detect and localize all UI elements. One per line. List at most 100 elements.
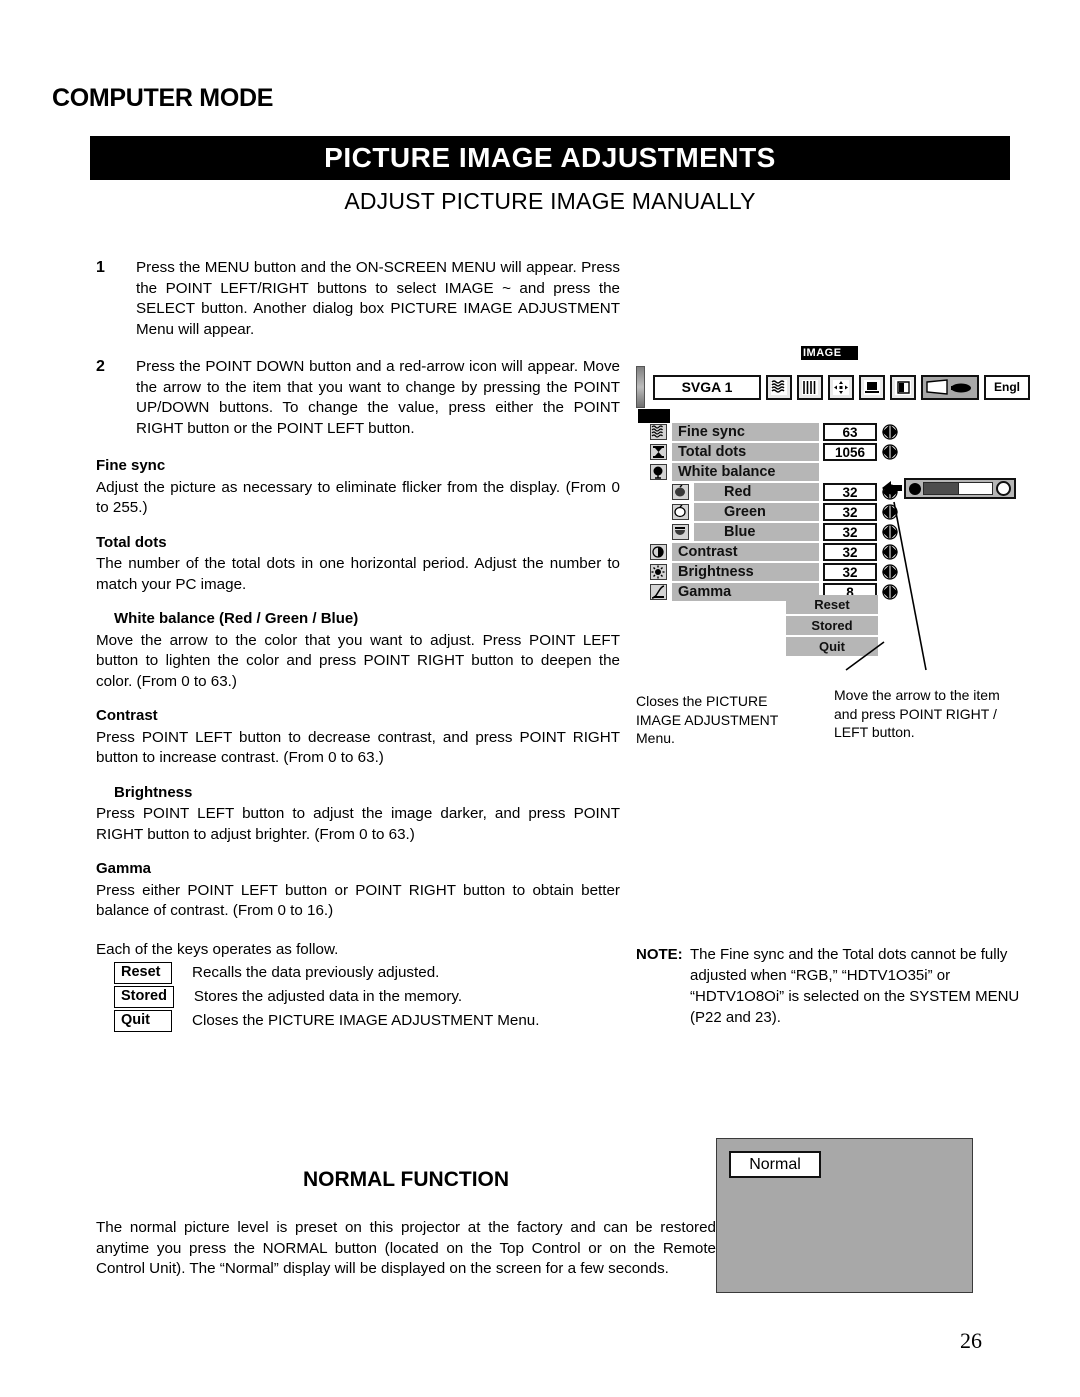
section-heading: Brightness — [114, 783, 193, 801]
osd-row-label: White balance — [672, 462, 819, 481]
osd-row-label: Fine sync — [672, 422, 819, 441]
section-heading: Fine sync — [96, 457, 166, 474]
section-body: Press POINT LEFT button to decrease cont… — [96, 728, 620, 767]
screen-icon[interactable] — [859, 374, 885, 400]
osd-toolbar: SVGA 1 Engl — [636, 366, 1030, 408]
osd-row-brightness[interactable]: Brightness 32 — [650, 562, 900, 582]
key-description: Recalls the data previously adjusted. — [192, 963, 440, 981]
section-body: Press POINT LEFT button to adjust the im… — [96, 805, 620, 843]
osd-row-value[interactable]: 32 — [823, 482, 877, 501]
section-heading: Total dots — [96, 533, 167, 551]
step-text: Press the POINT DOWN button and a red-ar… — [136, 358, 620, 437]
left-content-column: 1 Press the MENU button and the ON-SCREE… — [96, 258, 620, 1034]
total-dots-icon — [650, 443, 667, 460]
slider-track[interactable] — [959, 482, 993, 495]
left-right-arrows-icon[interactable] — [880, 584, 900, 600]
step-number: 1 — [96, 259, 105, 276]
osd-stored-button[interactable]: Stored — [786, 616, 878, 635]
slider-left-dot-icon — [909, 482, 921, 495]
key-description: Stores the adjusted data in the memory. — [193, 987, 463, 1005]
keys-intro-text: Each of the keys operates as follow. — [96, 940, 339, 958]
white-balance-icon — [650, 463, 667, 480]
osd-row-white-balance[interactable]: White balance — [650, 462, 900, 482]
left-right-arrows-icon[interactable] — [880, 424, 900, 440]
contrast-icon — [650, 543, 667, 560]
section-heading: Contrast — [96, 707, 158, 724]
key-row: Quit Closes the PICTURE IMAGE ADJUSTMENT… — [96, 1010, 620, 1032]
left-right-arrows-icon[interactable] — [880, 564, 900, 580]
osd-row-value[interactable]: 32 — [823, 542, 877, 561]
left-right-arrows-icon[interactable] — [880, 544, 900, 560]
image-icon[interactable] — [921, 374, 979, 400]
normal-display-figure: Normal — [716, 1138, 973, 1293]
slider-fill — [923, 482, 959, 495]
section-body: Move the arrow to the color that you wan… — [96, 631, 620, 690]
osd-row-contrast[interactable]: Contrast 32 — [650, 542, 900, 562]
callout-quit-description: Closes the PICTURE IMAGE ADJUSTMENT Menu… — [636, 693, 779, 746]
fine-sync-icon — [650, 423, 667, 440]
gamma-icon — [650, 583, 667, 600]
osd-row-value[interactable]: 32 — [823, 522, 877, 541]
section-heading: White balance (Red / Green / Blue) — [114, 610, 359, 627]
page-number: 26 — [960, 1328, 982, 1353]
language-icon[interactable]: Engl — [984, 374, 1030, 400]
osd-row-value[interactable]: 32 — [823, 562, 877, 581]
note-body: The Fine sync and the Total dots cannot … — [690, 946, 1020, 1026]
red-icon — [672, 483, 689, 500]
step-text: Press the MENU button and the ON-SCREEN … — [136, 259, 620, 338]
keystone-icon[interactable] — [890, 374, 916, 400]
green-icon — [672, 503, 689, 520]
osd-row-value[interactable]: 1056 — [823, 442, 877, 461]
slider-knob[interactable] — [996, 481, 1011, 496]
section-fine-sync: Fine sync Adjust the picture as necessar… — [96, 456, 620, 519]
osd-cursor-block — [638, 409, 670, 423]
osd-row-fine-sync[interactable]: Fine sync 63 — [650, 422, 900, 442]
section-subtitle: ADJUST PICTURE IMAGE MANUALLY — [344, 188, 756, 214]
left-right-arrows-icon[interactable] — [880, 444, 900, 460]
osd-row-label: Red — [694, 482, 819, 501]
note-block: NOTE: The Fine sync and the Total dots c… — [636, 944, 1036, 1028]
callout-arrow-description: Move the arrow to the item and press POI… — [834, 687, 1000, 740]
normal-function-title: NORMAL FUNCTION — [302, 1168, 510, 1191]
osd-row-green[interactable]: Green 32 — [650, 502, 900, 522]
osd-row-total-dots[interactable]: Total dots 1056 — [650, 442, 900, 462]
page-title: COMPUTER MODE — [52, 84, 274, 112]
osd-row-value[interactable]: 63 — [823, 422, 877, 441]
section-banner: PICTURE IMAGE ADJUSTMENTS — [90, 136, 1010, 180]
section-gamma: Gamma Press either POINT LEFT button or … — [96, 859, 620, 922]
quit-key-label: Quit — [114, 1010, 172, 1032]
osd-reset-button[interactable]: Reset — [786, 595, 878, 614]
osd-value-slider[interactable] — [904, 478, 1016, 499]
osd-quit-button[interactable]: Quit — [786, 637, 878, 656]
left-right-arrows-icon[interactable] — [880, 524, 900, 540]
section-body: The number of the total dots in one hori… — [96, 555, 620, 593]
osd-row-label: Green — [694, 502, 819, 521]
section-body: Adjust the picture as necessary to elimi… — [96, 478, 620, 517]
osd-row-label: Brightness — [672, 562, 819, 581]
osd-source-box[interactable]: SVGA 1 — [653, 374, 761, 400]
red-arrow-icon — [882, 480, 904, 496]
osd-left-strip — [636, 366, 645, 408]
osd-row-value[interactable]: 32 — [823, 502, 877, 521]
step-number: 2 — [96, 358, 105, 375]
osd-action-buttons: Reset Stored Quit — [786, 595, 878, 658]
total-dots-icon[interactable] — [797, 374, 823, 400]
instruction-step: 2 Press the POINT DOWN button and a red-… — [96, 357, 620, 439]
key-row: Reset Recalls the data previously adjust… — [96, 962, 620, 984]
reset-key-label: Reset — [114, 962, 172, 984]
osd-row-blue[interactable]: Blue 32 — [650, 522, 900, 542]
section-body: Press either POINT LEFT button or POINT … — [96, 881, 620, 920]
position-icon[interactable] — [828, 374, 854, 400]
stored-key-label: Stored — [114, 986, 174, 1008]
note-label: NOTE: — [636, 946, 683, 963]
osd-row-label: Blue — [694, 522, 819, 541]
left-right-arrows-icon[interactable] — [880, 504, 900, 520]
osd-item-list: Fine sync 63 Total dots 1056 White balan… — [650, 422, 900, 602]
figure-callouts: Closes the PICTURE IMAGE ADJUSTMENT Menu… — [636, 672, 1036, 752]
osd-row-red[interactable]: Red 32 — [650, 482, 900, 502]
brightness-icon — [650, 563, 667, 580]
osd-row-label: Total dots — [672, 442, 819, 461]
normal-function-body: The normal picture level is preset on th… — [96, 1219, 716, 1277]
osd-menu-figure: IMAGE SVGA 1 Engl Fine sync 63 Total dot… — [636, 346, 1030, 672]
fine-sync-icon[interactable] — [766, 374, 792, 400]
